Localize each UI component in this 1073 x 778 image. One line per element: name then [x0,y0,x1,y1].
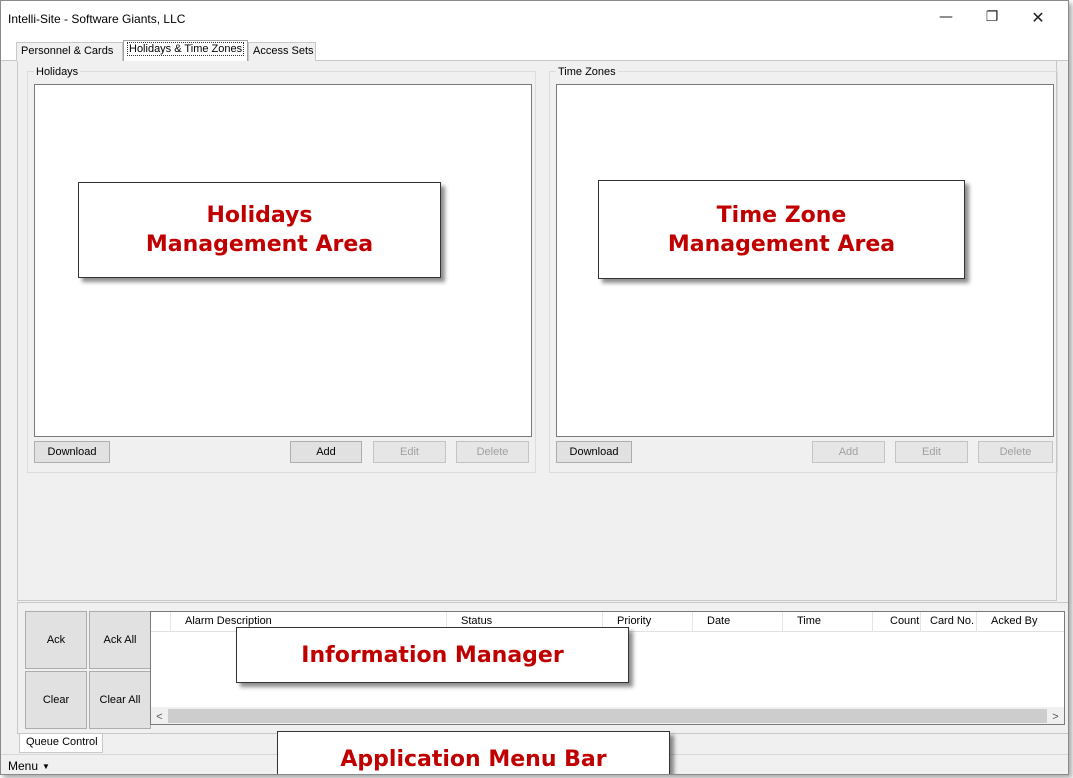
tab-holidays-time-zones[interactable]: Holidays & Time Zones [123,40,248,62]
column-header[interactable]: Time [783,612,873,632]
column-header[interactable]: Acked By [977,612,1066,632]
time-zones-delete-button[interactable]: Delete [978,441,1053,463]
time-zones-group-label: Time Zones [556,66,618,78]
restore-icon: ❐ [985,9,999,25]
tab-queue-control[interactable]: Queue Control [19,734,103,753]
column-header[interactable]: Count [873,612,921,632]
ack-button[interactable]: Ack [25,611,87,669]
tab-personnel-cards[interactable]: Personnel & Cards [16,42,123,61]
time-zones-download-button[interactable]: Download [556,441,632,463]
tab-strip: Personnel & Cards Holidays & Time Zones … [1,39,1068,62]
holidays-delete-button[interactable]: Delete [456,441,529,463]
restore-button[interactable]: ❐ [969,1,1015,33]
scroll-right-icon[interactable]: > [1047,708,1064,725]
holidays-group-label: Holidays [34,66,81,78]
chevron-down-icon: ▼ [42,761,50,771]
tab-label: Access Sets [253,45,314,57]
column-header-row-selector [151,612,171,632]
clear-all-button[interactable]: Clear All [89,671,151,729]
holidays-time-zones-page: Holidays Download Add Edit Delete Holida… [17,61,1058,601]
holidays-edit-button[interactable]: Edit [373,441,446,463]
time-zones-callout: Time Zone Management Area [598,180,965,279]
ack-all-button[interactable]: Ack All [89,611,151,669]
time-zones-callout-line1: Time Zone [716,202,847,228]
minimize-icon: — [939,9,953,25]
holidays-add-button[interactable]: Add [290,441,362,463]
holidays-download-button[interactable]: Download [34,441,110,463]
holidays-callout: Holidays Management Area [78,182,441,278]
scroll-left-icon[interactable]: < [151,708,168,725]
queue-control-panel: Ack Ack All Clear Clear All Alarm Descri… [17,602,1068,734]
scroll-thumb[interactable] [168,709,1047,723]
column-header[interactable]: Date [693,612,783,632]
time-zones-group: Time Zones Download Add Edit Delete Time… [549,66,1058,473]
menu-dropdown[interactable]: Menu ▼ [8,759,50,773]
holidays-group: Holidays Download Add Edit Delete Holida… [27,66,536,473]
tab-access-sets[interactable]: Access Sets [248,42,316,61]
information-manager-callout: Information Manager [236,627,629,683]
app-window: Intelli-Site - Software Giants, LLC — ❐ … [0,0,1069,775]
time-zones-add-button[interactable]: Add [812,441,885,463]
time-zones-callout-line2: Management Area [667,231,896,257]
title-bar: Intelli-Site - Software Giants, LLC — ❐ … [1,1,1068,39]
minimize-button[interactable]: — [923,1,969,33]
application-menu-bar-callout: Application Menu Bar [277,731,670,774]
tab-label: Holidays & Time Zones [126,42,245,56]
close-button[interactable]: ✕ [1015,1,1061,33]
clear-button[interactable]: Clear [25,671,87,729]
holidays-callout-line2: Management Area [145,232,374,257]
column-header[interactable]: Card No. [921,612,977,632]
time-zones-edit-button[interactable]: Edit [895,441,968,463]
horizontal-scrollbar[interactable]: < > [151,707,1064,724]
window-title: Intelli-Site - Software Giants, LLC [8,12,186,26]
tab-label: Personnel & Cards [21,45,114,57]
menu-label: Menu [8,759,39,773]
close-icon: ✕ [1031,7,1045,27]
holidays-callout-line1: Holidays [206,203,313,228]
